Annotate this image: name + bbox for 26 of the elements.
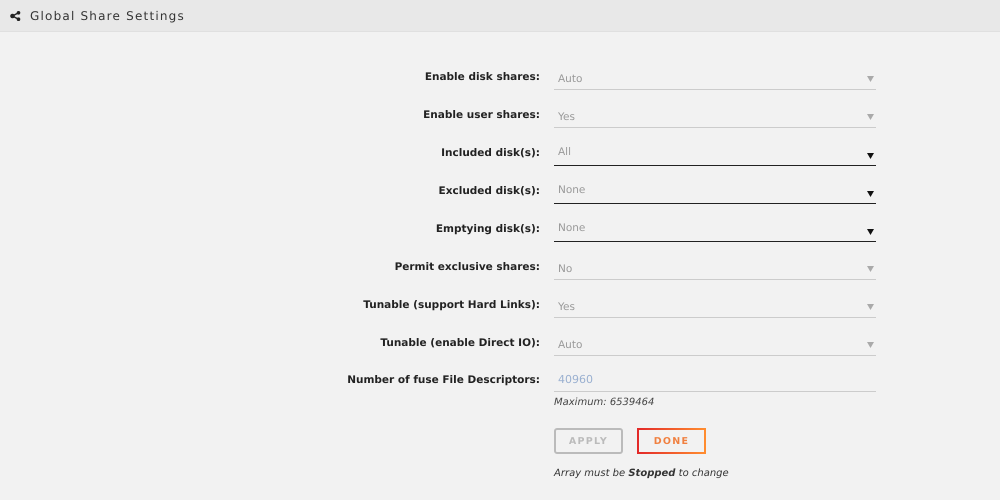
caret-icon [867,191,874,197]
array-note: Array must be Stopped to change [554,468,729,479]
setting-label: Excluded disk(s): [438,185,540,199]
share-icon [10,10,21,20]
section-title: Global Share Settings [30,8,185,22]
dropdown[interactable]: None [554,220,876,242]
caret-icon [867,114,874,120]
setting-label: Permit exclusive shares: [394,261,540,275]
setting-label: Number of fuse File Descriptors: [346,373,540,388]
caret-icon [867,153,874,159]
done-button[interactable]: DONE [637,428,706,454]
setting-label: Included disk(s): [440,147,540,161]
caret-icon [867,229,874,235]
maximum-hint: Maximum: 6539464 [554,397,654,408]
caret-icon [867,76,874,82]
dropdown[interactable]: All [554,144,876,166]
dropdown[interactable]: None [554,182,876,204]
number-field[interactable]: 40960 [554,368,876,392]
setting-label: Tunable (support Hard Links): [362,299,540,313]
caret-icon [867,266,874,272]
setting-label: Enable user shares: [422,109,540,123]
setting-label: Enable disk shares: [424,71,540,85]
caret-icon [867,304,874,310]
setting-label: Tunable (enable Direct IO): [379,337,540,351]
setting-label: Emptying disk(s): [434,223,540,237]
caret-icon [867,342,874,348]
